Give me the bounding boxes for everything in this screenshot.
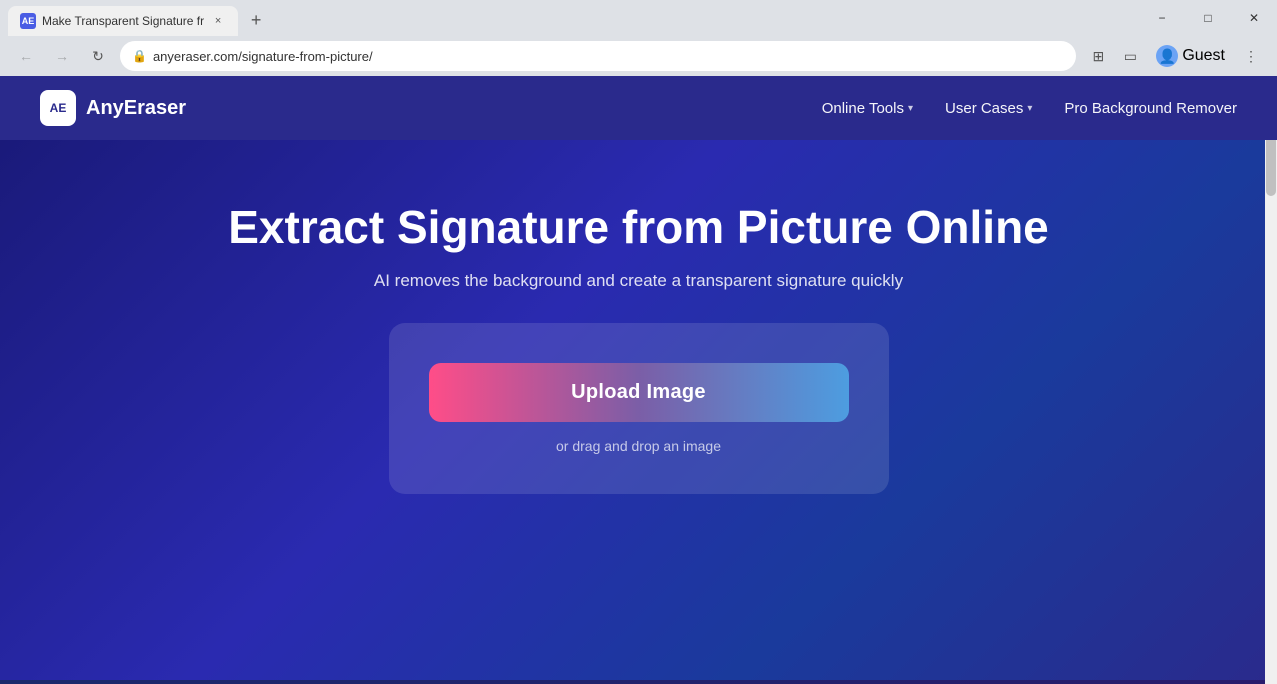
nav-online-tools[interactable]: Online Tools ▾ [822,100,913,117]
url-bar[interactable]: 🔒 anyeraser.com/signature-from-picture/ [120,41,1076,71]
profile-button[interactable]: 👤 Guest [1148,43,1233,69]
lock-icon: 🔒 [132,49,147,63]
nav-pro-remover[interactable]: Pro Background Remover [1064,100,1237,117]
drag-drop-text: or drag and drop an image [556,438,721,454]
address-bar: ← → ↻ 🔒 anyeraser.com/signature-from-pic… [0,36,1277,76]
nav-links: Online Tools ▾ User Cases ▾ Pro Backgrou… [822,100,1237,117]
hero-title: Extract Signature from Picture Online [228,200,1049,255]
browser-window: AE Make Transparent Signature fr × + − □… [0,0,1277,684]
brand-name: AnyEraser [86,97,186,120]
logo-area[interactable]: AE AnyEraser [40,90,186,126]
profile-avatar-icon: 👤 [1156,45,1178,67]
apps-button[interactable]: ⊞ [1084,42,1112,70]
site-navbar: AE AnyEraser Online Tools ▾ User Cases ▾… [0,76,1277,140]
upload-box: Upload Image or drag and drop an image [389,323,889,494]
nav-user-cases[interactable]: User Cases ▾ [945,100,1032,117]
close-button[interactable]: ✕ [1231,0,1277,36]
hero-subtitle: AI removes the background and create a t… [374,271,903,291]
menu-button[interactable]: ⋮ [1237,42,1265,70]
url-text: anyeraser.com/signature-from-picture/ [153,49,1064,64]
active-tab[interactable]: AE Make Transparent Signature fr × [8,6,238,36]
user-cases-chevron-icon: ▾ [1027,103,1032,114]
profile-name: Guest [1182,47,1225,65]
tab-close-button[interactable]: × [210,13,226,29]
tab-title: Make Transparent Signature fr [42,14,204,28]
sidebar-button[interactable]: ▭ [1116,42,1144,70]
online-tools-chevron-icon: ▾ [908,103,913,114]
window-controls: − □ ✕ [1139,0,1277,36]
upload-image-button[interactable]: Upload Image [429,363,849,422]
minimize-button[interactable]: − [1139,0,1185,36]
new-tab-button[interactable]: + [242,6,270,34]
maximize-button[interactable]: □ [1185,0,1231,36]
tab-favicon: AE [20,13,36,29]
bottom-hint-section: Make Transparent Signature in 1 [0,680,1277,684]
logo-icon: AE [40,90,76,126]
scrollbar[interactable] [1265,76,1277,684]
website-content: AE AnyEraser Online Tools ▾ User Cases ▾… [0,76,1277,684]
hero-section: Extract Signature from Picture Online AI… [0,140,1277,680]
forward-button[interactable]: → [48,42,76,70]
refresh-button[interactable]: ↻ [84,42,112,70]
back-button[interactable]: ← [12,42,40,70]
toolbar-right: ⊞ ▭ 👤 Guest ⋮ [1084,42,1265,70]
tab-bar: AE Make Transparent Signature fr × + − □… [0,0,1277,36]
